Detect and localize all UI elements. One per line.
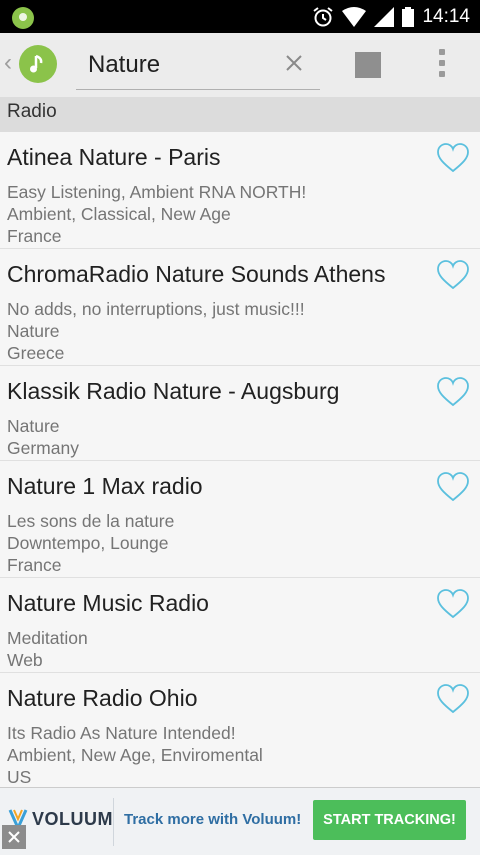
ad-text: Track more with Voluum!	[124, 811, 302, 828]
clear-search-icon[interactable]	[282, 51, 306, 75]
station-title: Klassik Radio Nature - Augsburg	[7, 378, 340, 404]
favorite-heart-icon[interactable]	[436, 142, 470, 174]
station-genres: Nature	[7, 321, 60, 341]
favorite-heart-icon[interactable]	[436, 588, 470, 620]
favorite-heart-icon[interactable]	[436, 471, 470, 503]
app-logo[interactable]	[19, 45, 57, 83]
station-country: Web	[7, 650, 43, 670]
ad-brand: VOLUUM	[32, 808, 113, 829]
station-genres: Meditation	[7, 628, 88, 648]
ad-divider	[113, 798, 114, 846]
station-item[interactable]: Atinea Nature - Paris Easy Listening, Am…	[0, 132, 480, 249]
station-genres: Downtempo, Lounge	[7, 533, 169, 553]
station-title: Nature Music Radio	[7, 590, 209, 616]
station-country: Greece	[7, 343, 65, 363]
section-header: Radio	[0, 97, 480, 132]
music-note-icon	[30, 54, 43, 73]
station-item[interactable]: ChromaRadio Nature Sounds Athens No adds…	[0, 249, 480, 366]
favorite-heart-icon[interactable]	[436, 376, 470, 408]
status-bar: 14:14	[0, 0, 480, 33]
alarm-icon	[313, 7, 334, 27]
station-genres: Ambient, Classical, New Age	[7, 204, 231, 224]
status-icons: 14:14	[312, 5, 470, 29]
station-genres: Nature	[7, 416, 60, 436]
station-item[interactable]: Nature Music Radio Meditation Web	[0, 578, 480, 673]
search-field[interactable]	[76, 41, 320, 90]
clock: 14:14	[422, 6, 470, 27]
battery-icon	[402, 7, 415, 27]
station-description: Les sons de la nature	[7, 511, 175, 531]
station-country: Germany	[7, 438, 79, 458]
station-item[interactable]: Nature Radio Ohio Its Radio As Nature In…	[0, 673, 480, 790]
station-country: France	[7, 226, 62, 246]
overflow-menu-icon[interactable]	[436, 49, 448, 81]
station-title: Nature Radio Ohio	[7, 685, 198, 711]
station-country: US	[7, 767, 32, 787]
wifi-icon	[342, 7, 367, 27]
favorite-heart-icon[interactable]	[436, 259, 470, 291]
station-description: Easy Listening, Ambient RNA NORTH!	[7, 182, 307, 202]
favorite-heart-icon[interactable]	[436, 683, 470, 715]
station-list: Atinea Nature - Paris Easy Listening, Am…	[0, 132, 480, 790]
app-notification-icon	[12, 7, 34, 29]
stop-icon[interactable]	[355, 52, 381, 78]
station-country: France	[7, 555, 62, 575]
toolbar: ‹	[0, 33, 480, 97]
back-chevron-icon[interactable]: ‹	[4, 51, 12, 75]
station-description: No adds, no interruptions, just music!!!	[7, 299, 305, 319]
ad-cta-button[interactable]: START TRACKING!	[313, 800, 466, 840]
station-description: Its Radio As Nature Intended!	[7, 723, 236, 743]
station-genres: Ambient, New Age, Enviromental	[7, 745, 263, 765]
search-input[interactable]	[88, 47, 278, 83]
close-ad-icon[interactable]	[2, 825, 26, 849]
station-title: Nature 1 Max radio	[7, 473, 203, 499]
station-item[interactable]: Nature 1 Max radio Les sons de la nature…	[0, 461, 480, 578]
section-label: Radio	[7, 101, 57, 122]
station-title: Atinea Nature - Paris	[7, 144, 221, 170]
ad-banner[interactable]: VOLUUM Track more with Voluum! START TRA…	[0, 787, 480, 855]
station-title: ChromaRadio Nature Sounds Athens	[7, 261, 386, 287]
signal-icon	[374, 7, 395, 27]
station-item[interactable]: Klassik Radio Nature - Augsburg Nature G…	[0, 366, 480, 461]
